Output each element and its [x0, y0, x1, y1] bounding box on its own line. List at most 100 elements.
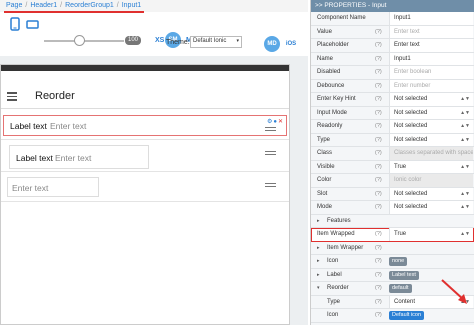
help-icon[interactable]: (?) — [375, 272, 382, 278]
mode-select[interactable]: Not selected ▲▼ — [389, 201, 473, 214]
prop-disabled: Disabled (?) Enter boolean — [311, 66, 474, 80]
color-field[interactable]: Ionic color — [389, 174, 473, 187]
chevron-right-icon: ▸ — [317, 258, 320, 264]
canvas-toolbar: 100 XS SM MD LG XL — [0, 13, 308, 53]
breadcrumb-header1[interactable]: Header1 — [30, 2, 57, 9]
breadcrumb-reordergroup[interactable]: ReorderGroup1 — [65, 2, 114, 9]
status-bar — [1, 65, 289, 71]
prop-input-mode: Input Mode (?) Not selected ▲▼ — [311, 106, 474, 120]
design-canvas: Reorder Label text Enter text ⚙●✕ Label … — [0, 56, 308, 325]
input-label: Label text — [10, 121, 47, 131]
help-icon[interactable]: (?) — [375, 245, 382, 251]
hamburger-icon[interactable] — [7, 92, 17, 103]
class-field[interactable]: Classes separated with space — [389, 147, 473, 160]
help-icon[interactable]: (?) — [375, 69, 382, 75]
chevron-down-icon: ▾ — [236, 38, 239, 44]
disabled-field[interactable]: Enter boolean — [389, 66, 473, 79]
help-icon[interactable]: (?) — [375, 204, 382, 210]
help-icon[interactable]: (?) — [375, 123, 382, 129]
mode-ios-button[interactable]: iOS — [283, 36, 299, 52]
input-placeholder[interactable]: Enter text — [50, 121, 86, 131]
help-icon[interactable]: (?) — [375, 150, 382, 156]
reorder-chip[interactable]: default — [389, 284, 412, 293]
settings-icon[interactable]: ⚙ — [267, 118, 272, 125]
chevron-down-icon: ▲▼ — [460, 123, 470, 129]
placeholder-field[interactable]: Enter text — [389, 39, 473, 52]
prop-visible: Visible (?) True ▲▼ — [311, 160, 474, 174]
input-placeholder[interactable]: Enter text — [55, 153, 91, 163]
divider — [1, 201, 289, 202]
breadcrumb-page[interactable]: Page — [6, 2, 22, 9]
section-features[interactable]: ▸ Features — [311, 215, 474, 228]
icon-chip[interactable]: none — [389, 257, 408, 266]
type-select[interactable]: Not selected ▲▼ — [389, 133, 473, 146]
item-controls: ⚙●✕ — [266, 118, 283, 125]
help-icon[interactable]: (?) — [375, 312, 382, 318]
help-icon[interactable]: (?) — [375, 285, 382, 291]
help-icon[interactable]: (?) — [375, 42, 382, 48]
input-item[interactable]: Enter text — [7, 177, 99, 197]
reorder-grip-icon[interactable] — [265, 183, 276, 189]
help-icon[interactable]: (?) — [375, 231, 382, 237]
tablet-icon[interactable] — [26, 17, 40, 31]
mode-md-button[interactable]: MD — [264, 36, 280, 52]
reorder-icon-chip[interactable]: Default icon — [389, 311, 425, 320]
slot-select[interactable]: Not selected ▲▼ — [389, 187, 473, 200]
help-icon[interactable]: (?) — [375, 299, 382, 305]
section-icon[interactable]: ▸ Icon (?) none — [311, 255, 474, 269]
help-icon[interactable]: (?) — [375, 29, 382, 35]
input-item[interactable]: Label text Enter text — [9, 145, 149, 169]
help-icon[interactable]: (?) — [375, 110, 382, 116]
enter-key-hint-select[interactable]: Not selected ▲▼ — [389, 93, 473, 106]
prop-value: Value (?) Enter text — [311, 25, 474, 39]
readonly-select[interactable]: Not selected ▲▼ — [389, 120, 473, 133]
input-item-selected[interactable]: Label text Enter text ⚙●✕ — [3, 115, 287, 136]
input-placeholder[interactable]: Enter text — [12, 183, 48, 193]
chevron-down-icon: ▲▼ — [460, 96, 470, 102]
zoom-slider-handle[interactable] — [74, 35, 85, 46]
visible-select[interactable]: True ▲▼ — [389, 160, 473, 173]
reorder-grip-icon[interactable] — [265, 127, 276, 133]
help-icon[interactable]: (?) — [375, 258, 382, 264]
help-icon[interactable]: (?) — [375, 164, 382, 170]
chevron-down-icon: ▲▼ — [460, 163, 470, 170]
prop-component-name: Component Name Input1 — [311, 12, 474, 26]
input-label: Label text — [16, 153, 53, 163]
component-name-field[interactable]: Input1 — [389, 12, 473, 25]
chevron-right-icon: ▸ — [317, 271, 320, 278]
help-icon[interactable]: (?) — [375, 96, 382, 102]
prop-class: Class (?) Classes separated with space — [311, 147, 474, 161]
breakpoint-xs[interactable]: XS — [155, 37, 164, 44]
annotation-arrow-icon — [441, 279, 467, 304]
name-field[interactable]: Input1 — [389, 52, 473, 65]
mobile-icon[interactable] — [8, 17, 22, 31]
chevron-right-icon: ▸ — [317, 244, 320, 251]
breadcrumb-input1[interactable]: Input1 — [122, 2, 141, 9]
help-icon[interactable]: (?) — [375, 56, 382, 62]
panel-header[interactable]: >> PROPERTIES - Input — [311, 0, 474, 12]
theme-select[interactable]: Default Ionic ▾ — [190, 36, 242, 48]
prop-color: Color (?) Ionic color — [311, 174, 474, 188]
prop-slot: Slot (?) Not selected ▲▼ — [311, 187, 474, 201]
help-icon[interactable]: (?) — [375, 191, 382, 197]
help-icon[interactable]: (?) — [375, 137, 382, 143]
help-icon[interactable]: (?) — [375, 83, 382, 89]
prop-item-wrapped: Item Wrapped (?) True ▲▼ — [311, 228, 474, 242]
value-field[interactable]: Enter text — [389, 25, 473, 38]
reorder-grip-icon[interactable] — [265, 151, 276, 157]
item-wrapped-select[interactable]: True ▲▼ — [389, 228, 473, 241]
header-toolbar[interactable]: Reorder — [1, 83, 289, 109]
chevron-down-icon: ▲▼ — [460, 190, 470, 197]
properties-panel: >> PROPERTIES - Input Component Name Inp… — [310, 0, 474, 325]
section-item-wrapper[interactable]: ▸ Item Wrapper (?) — [311, 242, 474, 255]
prop-type: Type (?) Not selected ▲▼ — [311, 133, 474, 147]
help-icon[interactable]: (?) — [375, 177, 382, 183]
chevron-down-icon: ▲▼ — [460, 204, 470, 210]
chevron-down-icon: ▾ — [317, 285, 320, 291]
close-icon[interactable]: ✕ — [278, 118, 283, 125]
copy-icon[interactable]: ● — [273, 119, 277, 125]
label-chip[interactable]: Label text — [389, 270, 419, 280]
debounce-field[interactable]: Enter number — [389, 79, 473, 92]
input-mode-select[interactable]: Not selected ▲▼ — [389, 106, 473, 119]
prop-placeholder: Placeholder (?) Enter text — [311, 39, 474, 53]
